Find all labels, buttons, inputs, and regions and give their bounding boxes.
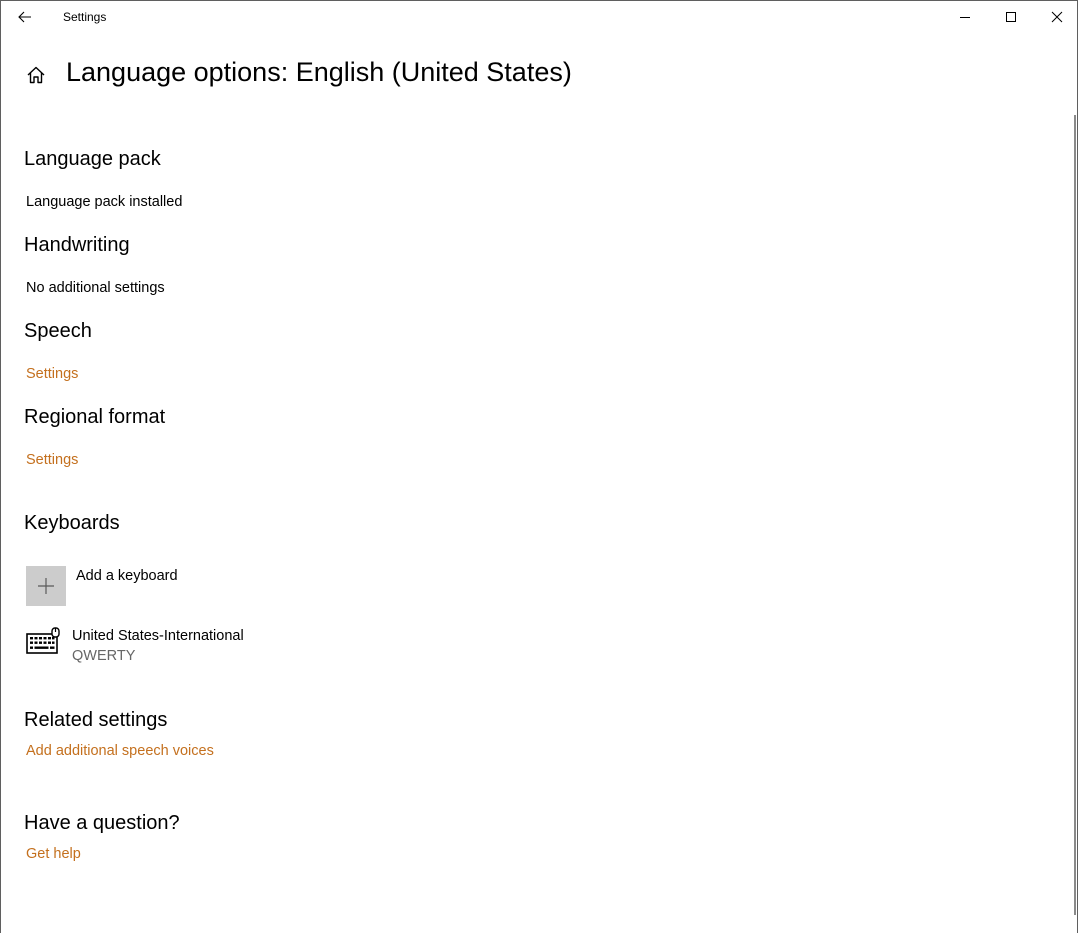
scrollbar[interactable] — [1074, 115, 1076, 915]
help-heading: Have a question? — [24, 812, 180, 834]
regional-format-heading: Regional format — [24, 406, 166, 428]
related-settings-heading: Related settings — [24, 709, 168, 731]
language-pack-heading: Language pack — [24, 148, 161, 170]
plus-icon — [38, 578, 54, 594]
language-pack-status: Language pack installed — [26, 194, 183, 210]
keyboard-item-name[interactable]: United States-International — [72, 628, 244, 644]
keyboard-icon[interactable] — [26, 627, 62, 657]
close-button[interactable] — [1034, 1, 1078, 33]
title-bar: Settings — [1, 1, 1077, 33]
add-keyboard-button[interactable] — [26, 566, 66, 606]
handwriting-heading: Handwriting — [24, 234, 130, 256]
keyboards-heading: Keyboards — [24, 512, 120, 534]
keyboard-item-layout: QWERTY — [72, 648, 136, 664]
minimize-icon — [960, 17, 970, 18]
add-speech-voices-link[interactable]: Add additional speech voices — [26, 743, 214, 759]
settings-window: Settings Language options: English (Unit… — [0, 0, 1078, 933]
add-keyboard-label[interactable]: Add a keyboard — [76, 568, 178, 584]
close-icon — [1051, 11, 1063, 23]
page-title: Language options: English (United States… — [66, 57, 572, 87]
maximize-button[interactable] — [988, 1, 1034, 33]
back-button[interactable] — [7, 1, 43, 33]
regional-format-settings-link[interactable]: Settings — [26, 452, 78, 468]
window-title: Settings — [63, 10, 107, 24]
back-arrow-icon — [18, 11, 31, 23]
speech-heading: Speech — [24, 320, 92, 342]
maximize-icon — [1006, 12, 1016, 22]
get-help-link[interactable]: Get help — [26, 846, 81, 862]
minimize-button[interactable] — [942, 1, 988, 33]
home-icon[interactable] — [25, 64, 47, 86]
speech-settings-link[interactable]: Settings — [26, 366, 78, 382]
handwriting-status: No additional settings — [26, 280, 165, 296]
